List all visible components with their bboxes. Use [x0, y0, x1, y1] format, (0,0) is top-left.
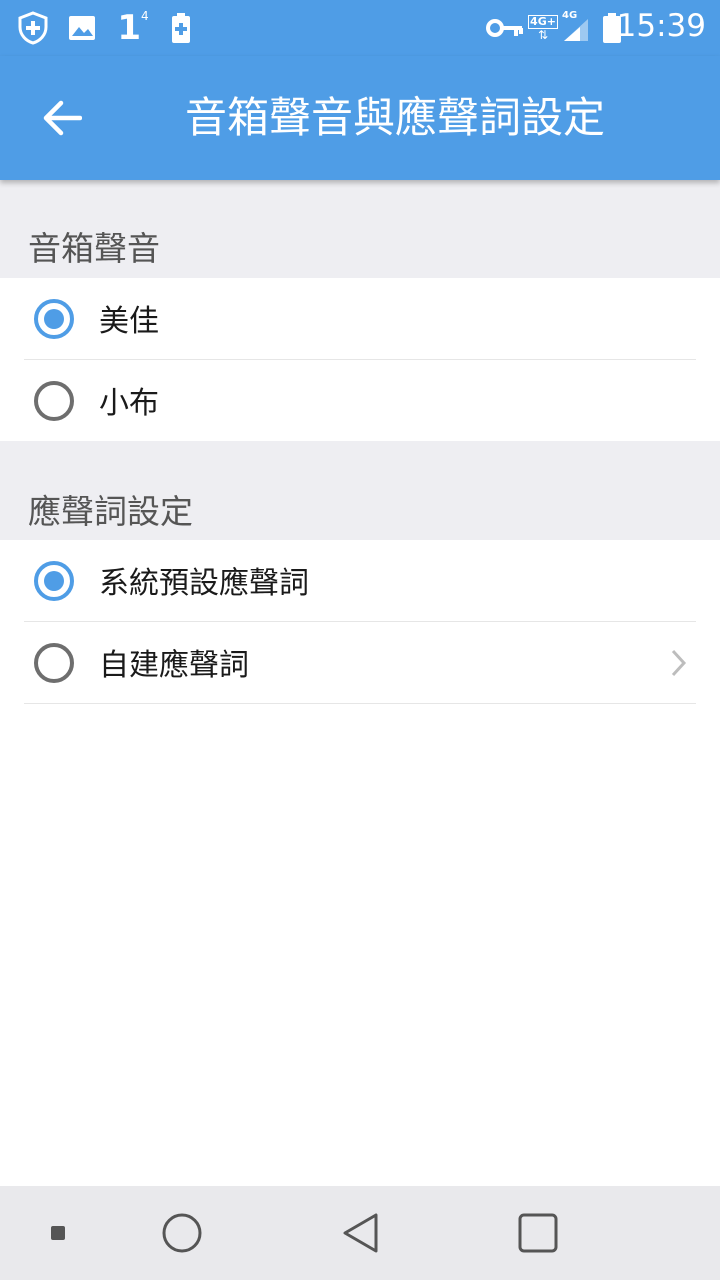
- recents-square-icon[interactable]: [513, 1208, 563, 1258]
- image-icon: [68, 10, 96, 46]
- status-bar: 14 4G+ ⇅ 4G 15:39: [0, 0, 720, 56]
- signal-icon: 4G: [560, 10, 592, 46]
- small-square-icon[interactable]: [33, 1208, 83, 1258]
- option-label: 小布: [99, 386, 159, 421]
- option-row-meijia[interactable]: 美佳: [0, 278, 720, 360]
- status-time: 15:39: [616, 8, 706, 44]
- radio-unselected[interactable]: [34, 643, 74, 683]
- option-label: 美佳: [99, 304, 159, 339]
- vpn-key-icon: [486, 10, 524, 46]
- battery-plus-icon: [170, 10, 192, 46]
- arrow-left-icon: [43, 100, 82, 136]
- back-triangle-icon[interactable]: [335, 1208, 385, 1258]
- divider: [24, 703, 696, 704]
- back-button[interactable]: [30, 86, 94, 150]
- option-label: 自建應聲詞: [99, 648, 249, 683]
- shield-plus-icon: [16, 10, 50, 46]
- chevron-right-icon[interactable]: [668, 646, 690, 680]
- network-4g-plus-icon: 4G+ ⇅: [528, 15, 558, 42]
- radio-selected[interactable]: [34, 561, 74, 601]
- page-title: 音箱聲音與應聲詞設定: [184, 93, 605, 142]
- number-one-icon: 14: [117, 8, 149, 48]
- section-title: 音箱聲音: [28, 229, 160, 268]
- section-title: 應聲詞設定: [28, 492, 193, 531]
- home-circle-icon[interactable]: [157, 1208, 207, 1258]
- section-header-speaker-voice: 音箱聲音: [0, 180, 720, 278]
- navigation-bar: [0, 1186, 720, 1280]
- option-row-custom[interactable]: 自建應聲詞: [0, 622, 720, 704]
- option-label: 系統預設應聲詞: [99, 566, 309, 601]
- app-bar: 音箱聲音與應聲詞設定: [0, 56, 720, 180]
- option-row-system-default[interactable]: 系統預設應聲詞: [0, 540, 720, 622]
- section-header-response-words: 應聲詞設定: [0, 441, 720, 540]
- radio-unselected[interactable]: [34, 381, 74, 421]
- option-row-xiaobu[interactable]: 小布: [0, 360, 720, 442]
- settings-content: 音箱聲音 美佳 小布 應聲詞設定 系統預設應聲詞 自建應聲詞: [0, 180, 720, 1186]
- radio-selected[interactable]: [34, 299, 74, 339]
